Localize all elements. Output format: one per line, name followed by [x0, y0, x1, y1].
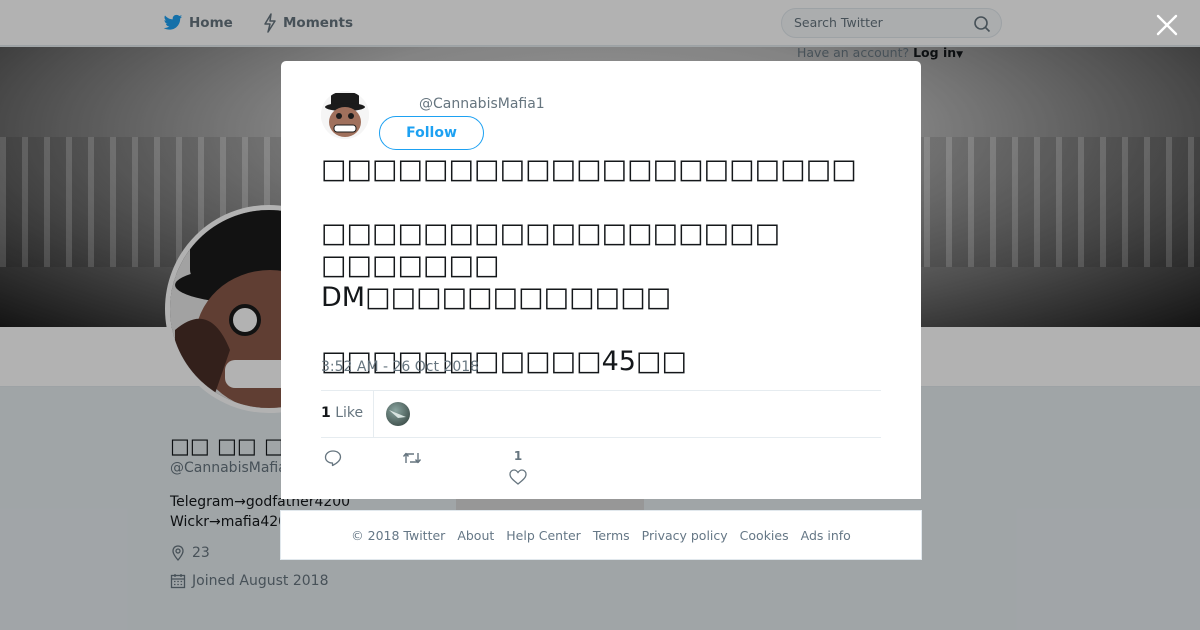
tweet-author-avatar[interactable] — [321, 91, 369, 139]
like-button[interactable]: 1 — [509, 449, 527, 485]
footer-link-terms[interactable]: Terms — [593, 528, 630, 543]
tweet-author-handle[interactable]: @CannabisMafia1 — [419, 96, 545, 112]
tweet-stats: 1 Like — [321, 390, 881, 438]
footer-link-help-center[interactable]: Help Center — [506, 528, 581, 543]
tweet-modal: @CannabisMafia1 Follow □□□□□□□□□□□□□□□□□… — [281, 61, 921, 499]
heart-icon — [509, 469, 527, 485]
footer-link-ads-info[interactable]: Ads info — [801, 528, 851, 543]
like-label: Like — [335, 405, 364, 421]
like-stat[interactable]: 1 Like — [321, 405, 363, 421]
reply-icon — [324, 450, 342, 467]
tweet-text: □□□□□□□□□□□□□□□□□□□□□ □□□□□□□□□□□□□□□□□□… — [321, 154, 857, 377]
close-icon[interactable] — [1154, 12, 1180, 38]
mafia-cartoon-avatar-image — [321, 91, 369, 139]
footer-link-cookies[interactable]: Cookies — [740, 528, 789, 543]
retweet-icon — [402, 452, 422, 464]
like-action-count: 1 — [513, 449, 523, 463]
footer-link-about[interactable]: About — [457, 528, 494, 543]
footer-copyright: © 2018 Twitter — [351, 527, 446, 543]
like-count: 1 — [321, 405, 331, 421]
liker-avatar-image — [389, 410, 406, 418]
tweet-timestamp[interactable]: 3:52 AM - 26 Oct 2018 — [321, 359, 479, 375]
follow-button[interactable]: Follow — [379, 116, 484, 150]
footer-link-privacy[interactable]: Privacy policy — [642, 528, 728, 543]
reply-button[interactable] — [324, 449, 342, 467]
retweet-button[interactable] — [402, 449, 422, 467]
modal-footer: © 2018 Twitter About Help Center Terms P… — [280, 510, 922, 560]
stat-divider — [373, 391, 374, 438]
liker-avatar[interactable] — [386, 402, 410, 426]
